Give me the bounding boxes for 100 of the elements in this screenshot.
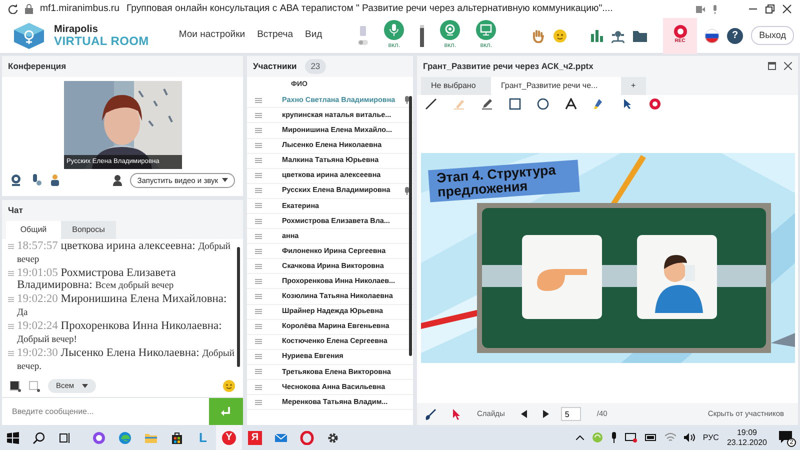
- document-tab[interactable]: Не выбрано: [421, 76, 491, 95]
- drag-handle-icon[interactable]: [255, 369, 262, 374]
- chat-tab[interactable]: Общий: [6, 220, 61, 239]
- drag-handle-icon[interactable]: [255, 278, 262, 284]
- drag-handle-icon[interactable]: [255, 143, 262, 148]
- drag-handle-icon[interactable]: [255, 384, 262, 390]
- rectangle-tool-icon[interactable]: [509, 98, 521, 110]
- eraser-icon[interactable]: [593, 98, 605, 110]
- drag-handle-icon[interactable]: [255, 354, 262, 360]
- line-tool-icon[interactable]: [425, 98, 437, 110]
- enter-icon: [221, 406, 231, 416]
- close-icon[interactable]: [782, 4, 792, 14]
- windows-icon: [7, 432, 19, 444]
- network-icon[interactable]: [611, 28, 626, 42]
- drag-handle-icon[interactable]: [255, 309, 262, 314]
- close-icon[interactable]: [784, 62, 792, 70]
- page-title: Групповая онлайн консультация с АВА терапистом " Развитие речи через альтернативную коммуникацию"....: [126, 2, 614, 16]
- clock[interactable]: 19:09 23.12.2020: [726, 428, 767, 447]
- mail-icon: [274, 430, 288, 444]
- drag-handle-icon[interactable]: [255, 248, 262, 254]
- drag-handle-icon: [8, 324, 14, 329]
- maximize-icon[interactable]: [768, 62, 776, 70]
- next-icon[interactable]: [542, 410, 549, 418]
- chat-message: 18:57:57 цветкова ирина алексеевна: Добрый вечер: [17, 240, 232, 266]
- scrollbar[interactable]: [409, 96, 412, 356]
- drag-handle-icon[interactable]: [255, 218, 262, 224]
- document-tab[interactable]: Грант_Развитие речи че...: [491, 76, 621, 95]
- url-text[interactable]: mf1.miranimbus.ru: [40, 2, 120, 16]
- drag-handle-icon[interactable]: [255, 188, 262, 194]
- language-indicator[interactable]: РУС: [702, 432, 719, 444]
- chat-message: 19:02:30 Лысенко Елена Николаевна: Добрый вечер.: [17, 346, 236, 372]
- flag-icon[interactable]: [705, 28, 720, 42]
- panel-title: Конференция: [2, 56, 243, 77]
- drag-handle-icon: [8, 350, 14, 356]
- reload-icon[interactable]: [8, 4, 18, 14]
- settings-icon: [326, 430, 340, 444]
- chat-tab[interactable]: Вопросы: [61, 220, 116, 239]
- camera-icon: [696, 6, 705, 12]
- chat-message: 19:02:24 Прохоренкова Инна Николаевна: Добрый вечер!: [17, 320, 223, 346]
- add-tab-button[interactable]: +: [621, 76, 646, 95]
- mic-settings-icon[interactable]: [30, 174, 42, 186]
- toggle-icon[interactable]: [358, 24, 368, 46]
- drag-handle-icon[interactable]: [255, 98, 262, 103]
- menu-item[interactable]: Встреча: [251, 28, 299, 43]
- search-icon: [33, 432, 45, 444]
- battery-icon[interactable]: [644, 434, 657, 441]
- send-button[interactable]: [209, 398, 243, 425]
- drag-handle-icon: [8, 297, 14, 302]
- speaker-person-icon[interactable]: [50, 174, 62, 186]
- previous-icon[interactable]: [520, 410, 527, 418]
- drag-handle-icon: [8, 244, 14, 249]
- hand-icon[interactable]: [531, 28, 546, 42]
- pointer-icon[interactable]: [452, 408, 461, 420]
- microphone-icon[interactable]: [610, 432, 617, 443]
- scrollbar[interactable]: [237, 246, 240, 367]
- clear-icon[interactable]: [649, 98, 661, 110]
- chevron-up-icon[interactable]: [576, 435, 584, 440]
- text-color-icon[interactable]: [10, 380, 21, 392]
- background-color-icon[interactable]: [29, 380, 40, 392]
- chat-message: 19:02:20 Миронишина Елена Михайловна: Да: [17, 293, 228, 319]
- text-tool-icon[interactable]: [565, 98, 577, 110]
- chart-icon[interactable]: [591, 29, 604, 42]
- store-icon: [170, 430, 184, 444]
- folder-icon[interactable]: [633, 30, 648, 42]
- help-button[interactable]: ?: [727, 28, 744, 44]
- task-view-icon: [59, 432, 71, 444]
- speaker-icon[interactable]: [684, 433, 695, 442]
- app-icon[interactable]: Y: [216, 425, 242, 450]
- panel-title: Чат: [2, 200, 243, 221]
- drag-handle-icon[interactable]: [255, 400, 262, 405]
- drag-handle-icon[interactable]: [255, 128, 262, 133]
- menu-item[interactable]: Вид: [298, 28, 328, 43]
- mic-icon: [712, 4, 718, 14]
- drag-handle-icon[interactable]: [255, 294, 262, 300]
- ellipse-tool-icon[interactable]: [537, 98, 549, 110]
- wifi-icon[interactable]: [664, 433, 676, 442]
- page-field[interactable]: 5: [560, 407, 581, 421]
- drag-handle-icon[interactable]: [255, 234, 262, 239]
- drag-handle-icon: [8, 270, 14, 276]
- display-icon[interactable]: [624, 432, 637, 442]
- restore-icon[interactable]: [765, 4, 775, 14]
- pencil-icon[interactable]: [481, 98, 493, 110]
- webcam-icon[interactable]: [10, 174, 22, 186]
- brush-icon[interactable]: [425, 408, 436, 420]
- drag-handle-icon[interactable]: [255, 264, 262, 269]
- drag-handle-icon[interactable]: [255, 173, 262, 178]
- chat-message: 19:01:05 Рохмистрова Елизавета Владимировна: Всем добрый вечер: [17, 266, 177, 292]
- drag-handle-icon[interactable]: [255, 324, 262, 330]
- drag-handle-icon[interactable]: [255, 339, 262, 344]
- drag-handle-icon[interactable]: [255, 158, 262, 164]
- person-icon: [113, 174, 122, 186]
- emoji-icon[interactable]: [553, 28, 568, 42]
- caret-icon: [222, 178, 228, 182]
- drag-handle-icon[interactable]: [255, 112, 262, 118]
- drag-handle-icon[interactable]: [255, 203, 262, 208]
- pointer-icon[interactable]: [621, 98, 633, 110]
- emoji-icon[interactable]: [223, 380, 235, 392]
- logo-text: Mirapolis: [54, 24, 99, 34]
- menu-item[interactable]: Мои настройки: [172, 28, 252, 43]
- exit-button[interactable]: Выход: [751, 26, 794, 46]
